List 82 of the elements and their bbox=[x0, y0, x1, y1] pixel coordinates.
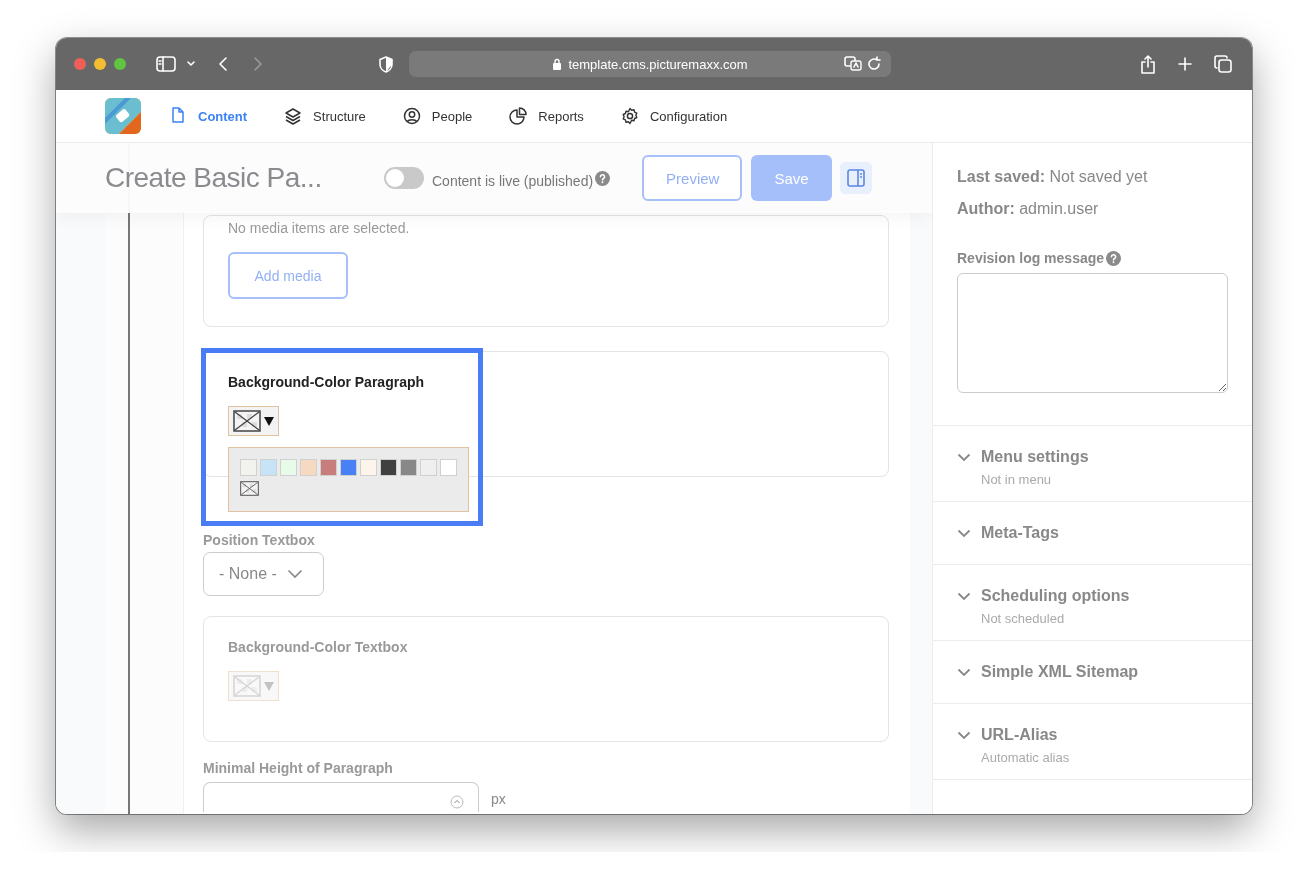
pie-chart-icon bbox=[509, 107, 528, 125]
person-icon bbox=[402, 107, 421, 125]
panel-toggle-button[interactable] bbox=[840, 162, 873, 194]
section-header[interactable]: Simple XML Sitemap bbox=[957, 663, 1228, 681]
color-swatch[interactable] bbox=[320, 459, 337, 476]
spinner-icon bbox=[450, 795, 464, 809]
toggle-switch[interactable] bbox=[384, 167, 424, 189]
color-swatch[interactable] bbox=[360, 459, 377, 476]
nav-item[interactable]: Structure bbox=[284, 107, 366, 125]
chevron-down-icon bbox=[957, 528, 971, 538]
no-color-icon bbox=[240, 480, 259, 497]
no-color-swatch[interactable] bbox=[240, 480, 259, 497]
color-swatch[interactable] bbox=[260, 459, 277, 476]
field-label: Minimal Height of Paragraph bbox=[203, 760, 394, 776]
chevron-down-icon[interactable] bbox=[186, 60, 196, 68]
add-media-button[interactable]: Add media bbox=[228, 252, 348, 299]
nav-item[interactable]: Content bbox=[169, 107, 248, 125]
forward-icon[interactable] bbox=[253, 56, 263, 72]
section-summary: Not scheduled bbox=[981, 611, 1066, 626]
close-button[interactable] bbox=[74, 58, 86, 70]
page-title: Create Basic Pa... bbox=[105, 162, 323, 194]
unit-label: px bbox=[491, 791, 506, 807]
settings-icon bbox=[620, 107, 639, 125]
zoom-button[interactable] bbox=[114, 58, 126, 70]
new-tab-icon[interactable] bbox=[1178, 57, 1192, 71]
url-text: template.cms.picturemaxx.com bbox=[568, 56, 748, 72]
sidebar-panel-icon bbox=[847, 169, 866, 187]
color-swatch[interactable] bbox=[340, 459, 357, 476]
color-swatch[interactable] bbox=[240, 459, 257, 476]
caret-icon bbox=[264, 416, 274, 426]
section-header[interactable]: Menu settings bbox=[957, 448, 1228, 466]
toggle-label: Content is live (published) bbox=[432, 173, 594, 189]
no-color-icon bbox=[233, 675, 261, 697]
nav-item[interactable]: Reports bbox=[509, 107, 584, 125]
chevron-down-icon bbox=[957, 667, 971, 677]
chevron-down-icon bbox=[957, 452, 971, 462]
color-picker[interactable] bbox=[228, 406, 279, 436]
section-header[interactable]: Scheduling options bbox=[957, 587, 1228, 605]
text-area[interactable] bbox=[957, 273, 1228, 393]
number-field[interactable] bbox=[203, 782, 479, 812]
nav-item[interactable]: People bbox=[402, 107, 473, 125]
page-icon bbox=[169, 107, 187, 125]
lock-icon bbox=[552, 58, 563, 70]
field-label: Position Textbox bbox=[203, 532, 316, 548]
select-field[interactable]: - None - bbox=[203, 552, 324, 596]
share-icon[interactable] bbox=[1140, 54, 1156, 74]
color-swatch[interactable] bbox=[280, 459, 297, 476]
color-swatch[interactable] bbox=[440, 459, 457, 476]
address-bar[interactable]: template.cms.picturemaxx.com bbox=[409, 51, 891, 77]
preview-button[interactable]: Preview bbox=[642, 155, 743, 201]
field-label: Background-Color Textbox bbox=[228, 639, 409, 655]
logo[interactable] bbox=[105, 98, 141, 134]
chevron-down-icon bbox=[957, 591, 971, 601]
color-swatch[interactable] bbox=[400, 459, 417, 476]
empty-message: No media items are selected. bbox=[228, 220, 411, 236]
nav-item[interactable]: Configuration bbox=[620, 107, 728, 125]
help-icon bbox=[595, 170, 611, 186]
section-summary: Not in menu bbox=[981, 472, 1053, 487]
section-summary: Automatic alias bbox=[981, 750, 1071, 765]
field-label: Background-Color Paragraph bbox=[228, 374, 426, 390]
meta-text: Author: admin.user bbox=[957, 200, 1100, 218]
meta-text: Last saved: Not saved yet bbox=[957, 168, 1149, 186]
chevron-down-icon bbox=[286, 569, 303, 579]
back-icon[interactable] bbox=[218, 56, 228, 72]
chevron-down-icon bbox=[957, 730, 971, 740]
color-swatch[interactable] bbox=[380, 459, 397, 476]
no-color-icon bbox=[233, 410, 261, 432]
field-label: Revision log message bbox=[957, 250, 1105, 266]
section-header[interactable]: Meta-Tags bbox=[957, 524, 1228, 542]
minimize-button[interactable] bbox=[94, 58, 106, 70]
color-swatch[interactable] bbox=[420, 459, 437, 476]
translate-icon[interactable] bbox=[844, 56, 862, 71]
caret-icon bbox=[264, 681, 274, 691]
layers-icon bbox=[284, 107, 303, 125]
reload-icon[interactable] bbox=[868, 56, 881, 71]
save-button[interactable]: Save bbox=[751, 155, 833, 201]
sidebar-icon[interactable] bbox=[156, 56, 176, 72]
section-header[interactable]: URL-Alias bbox=[957, 726, 1228, 744]
help-icon bbox=[1106, 250, 1122, 266]
color-swatch[interactable] bbox=[300, 459, 317, 476]
tabs-icon[interactable] bbox=[1214, 55, 1232, 73]
shield-icon[interactable] bbox=[379, 55, 393, 73]
